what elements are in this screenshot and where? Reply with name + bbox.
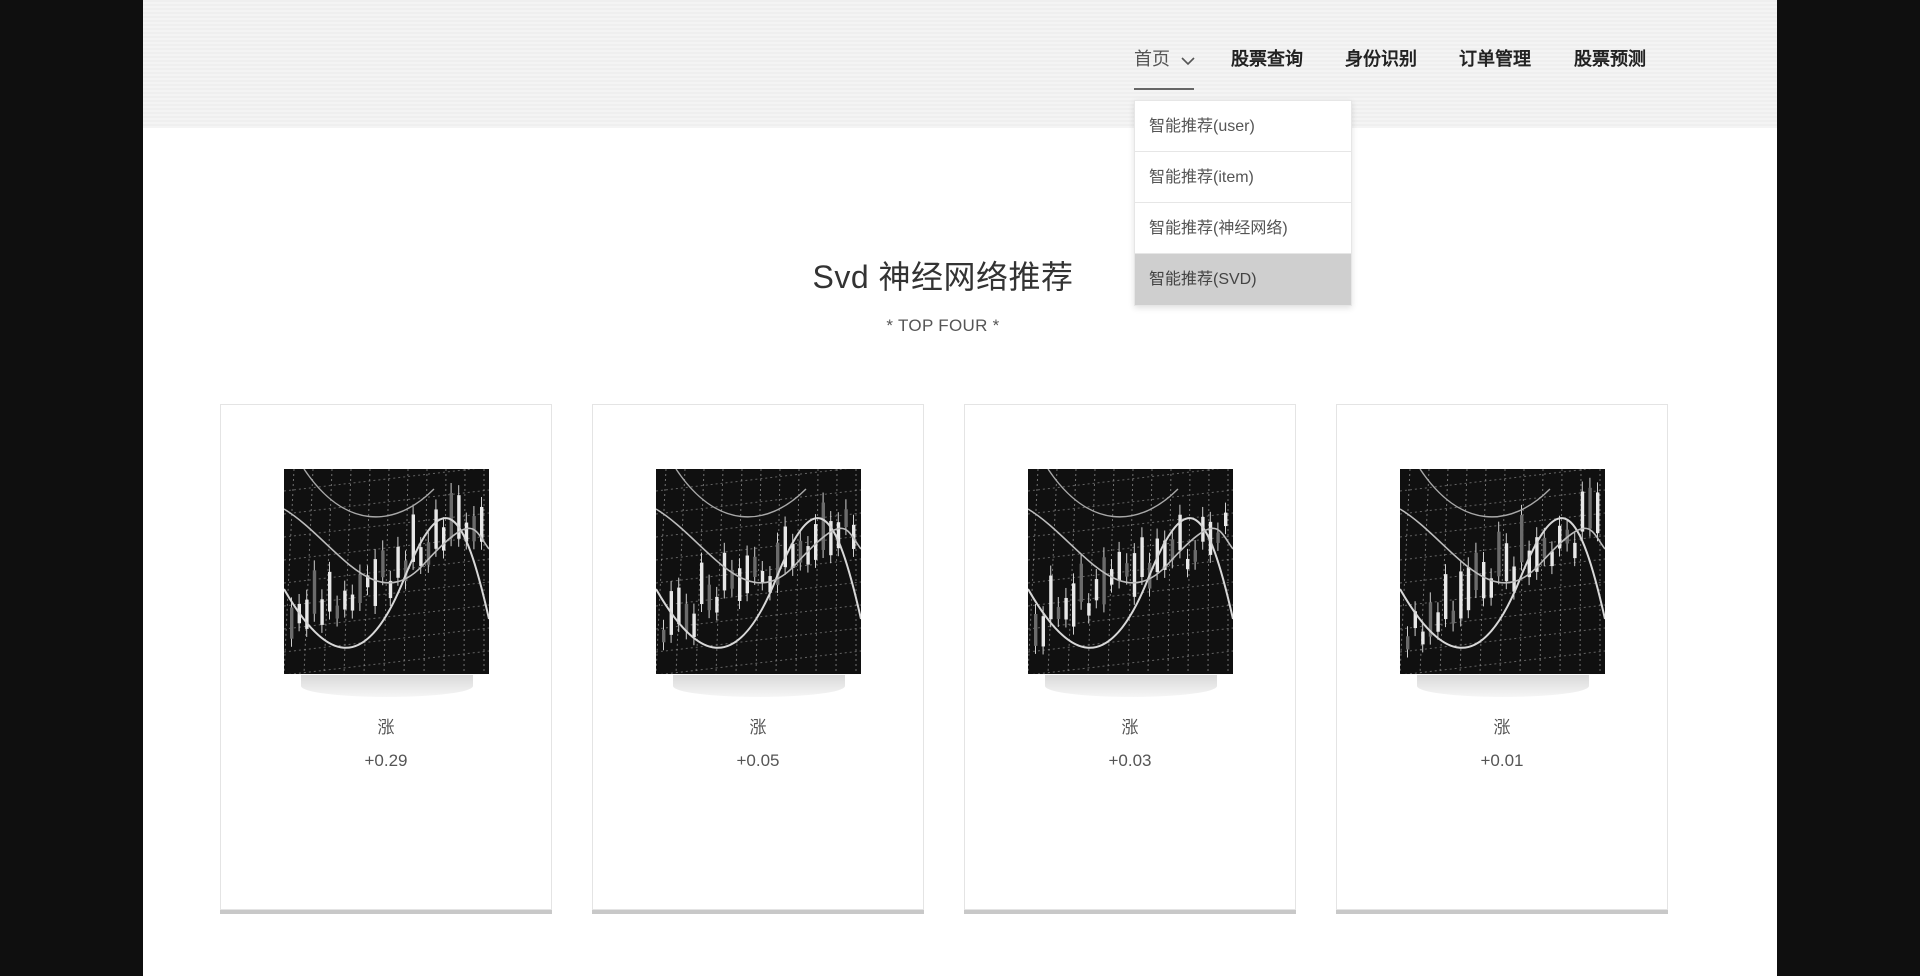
image-reflection bbox=[1417, 675, 1589, 697]
recommend-card[interactable]: 涨 +0.29 bbox=[220, 404, 552, 910]
stock-chart-graphic bbox=[1400, 469, 1605, 674]
stock-chart-graphic bbox=[656, 469, 861, 674]
nav-item-home[interactable]: 首页 bbox=[1134, 44, 1195, 74]
trend-label: 涨 bbox=[1493, 718, 1511, 737]
trend-label: 涨 bbox=[377, 718, 395, 737]
change-value: +0.01 bbox=[1480, 751, 1524, 770]
stock-chart-image bbox=[1028, 469, 1233, 674]
chevron-down-icon bbox=[1181, 45, 1195, 75]
change-value: +0.05 bbox=[736, 751, 780, 770]
change-value: +0.03 bbox=[1108, 751, 1152, 770]
image-reflection bbox=[673, 675, 845, 697]
nav-item-stock-forecast[interactable]: 股票预测 bbox=[1574, 44, 1646, 74]
nav-item-label: 订单管理 bbox=[1459, 49, 1531, 69]
page: 首页 股票查询 身份识别 订单管理 股票预测 智能推荐(user) 智能推荐(i… bbox=[143, 0, 1777, 976]
image-reflection bbox=[1045, 675, 1217, 697]
stock-chart-image bbox=[656, 469, 861, 674]
trend-label: 涨 bbox=[749, 718, 767, 737]
page-subtitle: * TOP FOUR * bbox=[886, 316, 1000, 335]
header: 首页 股票查询 身份识别 订单管理 股票预测 bbox=[143, 0, 1777, 128]
stock-chart-graphic bbox=[1028, 469, 1233, 674]
stock-chart-image bbox=[284, 469, 489, 674]
nav-item-identity[interactable]: 身份识别 bbox=[1345, 44, 1417, 74]
nav-item-label: 股票查询 bbox=[1231, 49, 1303, 69]
stock-chart-image bbox=[1400, 469, 1605, 674]
change-value: +0.29 bbox=[364, 751, 408, 770]
nav-item-label: 股票预测 bbox=[1574, 49, 1646, 69]
dropdown-item-user[interactable]: 智能推荐(user) bbox=[1135, 101, 1351, 152]
top-nav: 首页 股票查询 身份识别 订单管理 股票预测 bbox=[143, 0, 1777, 128]
recommend-card[interactable]: 涨 +0.05 bbox=[592, 404, 924, 910]
recommend-card[interactable]: 涨 +0.01 bbox=[1336, 404, 1668, 910]
nav-item-label: 首页 bbox=[1134, 49, 1170, 69]
nav-item-orders[interactable]: 订单管理 bbox=[1459, 44, 1531, 74]
image-reflection bbox=[301, 675, 473, 697]
trend-label: 涨 bbox=[1121, 718, 1139, 737]
nav-active-underline bbox=[1134, 88, 1194, 90]
nav-item-stock-query[interactable]: 股票查询 bbox=[1231, 44, 1303, 74]
dropdown-item-item[interactable]: 智能推荐(item) bbox=[1135, 152, 1351, 203]
page-title: Svd 神经网络推荐 bbox=[812, 259, 1074, 295]
stock-chart-graphic bbox=[284, 469, 489, 674]
nav-item-label: 身份识别 bbox=[1345, 49, 1417, 69]
dropdown-item-neural-network[interactable]: 智能推荐(神经网络) bbox=[1135, 203, 1351, 254]
recommend-card[interactable]: 涨 +0.03 bbox=[964, 404, 1296, 910]
